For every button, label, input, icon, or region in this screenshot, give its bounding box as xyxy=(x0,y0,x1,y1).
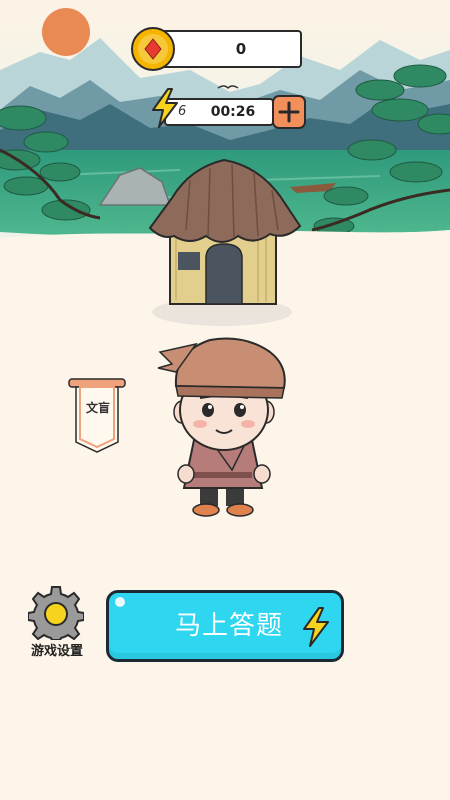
hut-window xyxy=(178,252,200,270)
answer-now-button[interactable]: 马上答题 xyxy=(106,590,344,662)
button-shine xyxy=(115,597,125,607)
sun xyxy=(42,8,90,56)
hut-door xyxy=(205,243,243,305)
game-screen: 0 6 00:26 文盲 游戏设置 马上答题 xyxy=(0,0,450,800)
plus-icon xyxy=(278,101,300,123)
rank-banner xyxy=(68,378,126,453)
gear-icon xyxy=(28,586,84,640)
energy-count: 6 xyxy=(178,104,187,119)
settings-label: 游戏设置 xyxy=(30,644,83,659)
energy-timer: 00:26 xyxy=(210,104,256,120)
add-energy-button[interactable] xyxy=(272,95,306,129)
settings-button[interactable]: 游戏设置 xyxy=(22,584,92,664)
coin-icon xyxy=(131,27,175,71)
lightning-icon xyxy=(152,88,178,128)
rank-title: 文盲 xyxy=(85,401,110,415)
coin-count: 0 xyxy=(235,40,247,58)
answer-now-label: 马上答题 xyxy=(174,611,283,641)
lightning-icon xyxy=(303,607,329,647)
